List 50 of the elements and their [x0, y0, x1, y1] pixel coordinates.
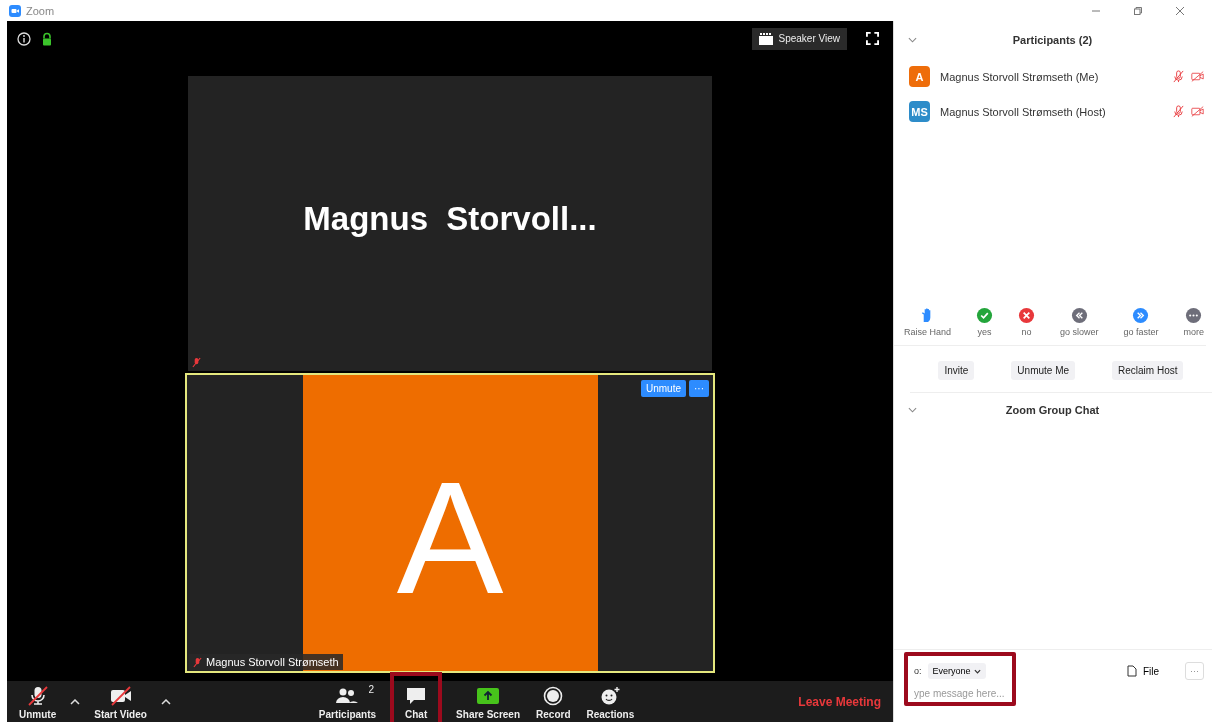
caret-icon: [973, 668, 981, 674]
collapse-icon[interactable]: [908, 407, 917, 413]
grid-icon: [759, 32, 774, 45]
reactions-toolbar-button[interactable]: Reactions: [586, 683, 635, 720]
caret-icon[interactable]: [160, 698, 171, 705]
participant-row[interactable]: A Magnus Storvoll Strømseth (Me): [894, 59, 1212, 94]
more-reaction-button[interactable]: more: [1183, 307, 1204, 337]
to-label: o:: [914, 666, 922, 676]
participant-avatar: A: [909, 66, 930, 87]
lock-icon[interactable]: [40, 31, 54, 46]
file-button[interactable]: File: [1120, 664, 1165, 678]
cross-reaction-button[interactable]: no: [1017, 307, 1035, 337]
panel-title: Participants (2): [1011, 34, 1094, 46]
slower-reaction-button[interactable]: go slower: [1059, 307, 1099, 337]
chat-toolbar-button[interactable]: Chat: [404, 683, 429, 720]
close-icon[interactable]: [1175, 5, 1185, 16]
participant-row[interactable]: MS Magnus Storvoll Strømseth (Host): [894, 94, 1212, 129]
speaker-view-button[interactable]: Speaker View: [752, 27, 847, 50]
collapse-icon[interactable]: [908, 37, 917, 43]
fullscreen-icon[interactable]: [866, 32, 879, 45]
window-title: Zoom: [26, 4, 55, 17]
participant-name: Magnus Storvoll...: [303, 199, 597, 238]
leave-meeting-button[interactable]: Leave Meeting: [792, 693, 887, 710]
restore-icon[interactable]: [1133, 5, 1143, 16]
highlight-frame: [390, 671, 443, 722]
recipient-dropdown[interactable]: Everyone: [927, 663, 986, 679]
camera-status-icon[interactable]: [1191, 105, 1204, 118]
caret-icon[interactable]: [70, 698, 81, 705]
mic-status-icon[interactable]: [1172, 70, 1185, 83]
panel-button[interactable]: Reclaim Host: [1112, 361, 1184, 380]
participant-avatar: MS: [909, 101, 930, 122]
panel-button[interactable]: Invite: [938, 361, 975, 380]
check-reaction-button[interactable]: yes: [976, 307, 993, 337]
share-toolbar-button[interactable]: Share Screen: [456, 683, 521, 720]
avatar-initial: A: [396, 458, 504, 618]
record-toolbar-button[interactable]: Record: [536, 683, 571, 720]
app-logo-icon: [9, 4, 21, 17]
video-toolbar-button[interactable]: Start Video: [94, 683, 147, 720]
document-icon: [1126, 665, 1137, 677]
more-button[interactable]: ···: [1185, 662, 1204, 680]
camera-status-icon[interactable]: [1191, 70, 1204, 83]
info-icon[interactable]: [17, 31, 31, 46]
panel-button[interactable]: Unmute Me: [1011, 361, 1076, 380]
mic-toolbar-button[interactable]: Unmute: [19, 683, 57, 720]
hand-reaction-button[interactable]: Raise Hand: [904, 307, 952, 337]
panel-title: Zoom Group Chat: [1004, 404, 1101, 416]
participant-name: Magnus Storvoll Strømseth: [206, 656, 339, 668]
faster-reaction-button[interactable]: go faster: [1123, 307, 1159, 337]
mic-status-icon[interactable]: [1172, 105, 1185, 118]
participants-toolbar-button[interactable]: 2 Participants: [318, 683, 377, 720]
